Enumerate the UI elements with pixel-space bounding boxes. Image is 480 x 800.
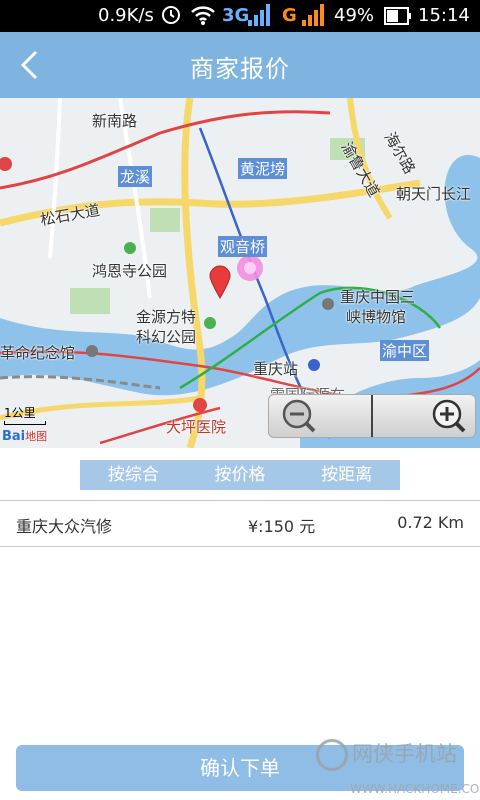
network-g: G bbox=[282, 5, 297, 26]
battery-icon bbox=[384, 7, 412, 30]
map-label: 大坪医院 bbox=[166, 418, 227, 436]
network-3g: 3G bbox=[222, 5, 250, 26]
zoom-control bbox=[268, 394, 476, 438]
page-title: 商家报价 bbox=[190, 55, 290, 83]
map-label: 朝天门长江 bbox=[396, 185, 472, 203]
zoom-in-icon bbox=[432, 399, 466, 433]
zoom-in-button[interactable] bbox=[373, 395, 475, 437]
network-speed: 0.9K/s bbox=[98, 5, 154, 26]
signal-g-icon bbox=[302, 4, 326, 31]
map-label: 黄泥塝 bbox=[238, 158, 288, 179]
merchant-distance: 0.72 Km bbox=[397, 513, 464, 532]
map-view[interactable]: 新南路 龙溪 黄泥塝 渝鲁大道 海尔路 朝天门长江 松石大道 观音桥 鸿恩寺公园… bbox=[0, 98, 480, 448]
battery-percent: 49% bbox=[334, 5, 375, 26]
tab-sort-overall[interactable]: 按综合 bbox=[80, 460, 187, 490]
map-label: 渝中区 bbox=[380, 340, 430, 361]
merchant-price: ¥:150 元 bbox=[248, 517, 316, 536]
sort-bar: 按综合 按价格 按距离 bbox=[80, 460, 400, 490]
clock: 15:14 bbox=[418, 5, 470, 26]
title-bar: 商家报价 bbox=[0, 32, 480, 98]
signal-3g-icon bbox=[248, 4, 272, 31]
map-label: 科幻公园 bbox=[136, 328, 197, 346]
map-logo: Bai地图 bbox=[2, 429, 48, 444]
watermark-logo-icon bbox=[316, 739, 348, 771]
map-label: 重庆中国三 bbox=[340, 288, 416, 306]
map-label: 新南路 bbox=[92, 112, 138, 130]
zoom-out-button[interactable] bbox=[269, 395, 371, 437]
map-label: 重庆站 bbox=[253, 360, 299, 378]
map-label: 金源方特 bbox=[136, 308, 197, 326]
map-label: 鸿恩寺公园 bbox=[92, 262, 168, 280]
map-label: 峡博物馆 bbox=[346, 308, 407, 326]
tab-sort-price[interactable]: 按价格 bbox=[187, 460, 294, 490]
merchant-name: 重庆大众汽修 bbox=[16, 517, 113, 536]
zoom-out-icon bbox=[282, 399, 316, 433]
map-label: 观音桥 bbox=[218, 236, 268, 257]
wifi-icon bbox=[190, 4, 216, 31]
alarm-icon bbox=[160, 3, 182, 30]
map-scale: 1公里 bbox=[4, 404, 46, 425]
tab-sort-distance[interactable]: 按距离 bbox=[293, 460, 400, 490]
map-label: 革命纪念馆 bbox=[0, 344, 76, 362]
watermark: 网侠手机站 bbox=[316, 738, 457, 771]
status-bar: 0.9K/s 3G G 49% 15:14 bbox=[0, 0, 480, 32]
watermark-url: WWW.HACKHOME.COM bbox=[350, 782, 480, 796]
map-label: 龙溪 bbox=[118, 166, 153, 187]
list-item[interactable]: 重庆大众汽修 ¥:150 元 0.72 Km bbox=[0, 500, 480, 547]
